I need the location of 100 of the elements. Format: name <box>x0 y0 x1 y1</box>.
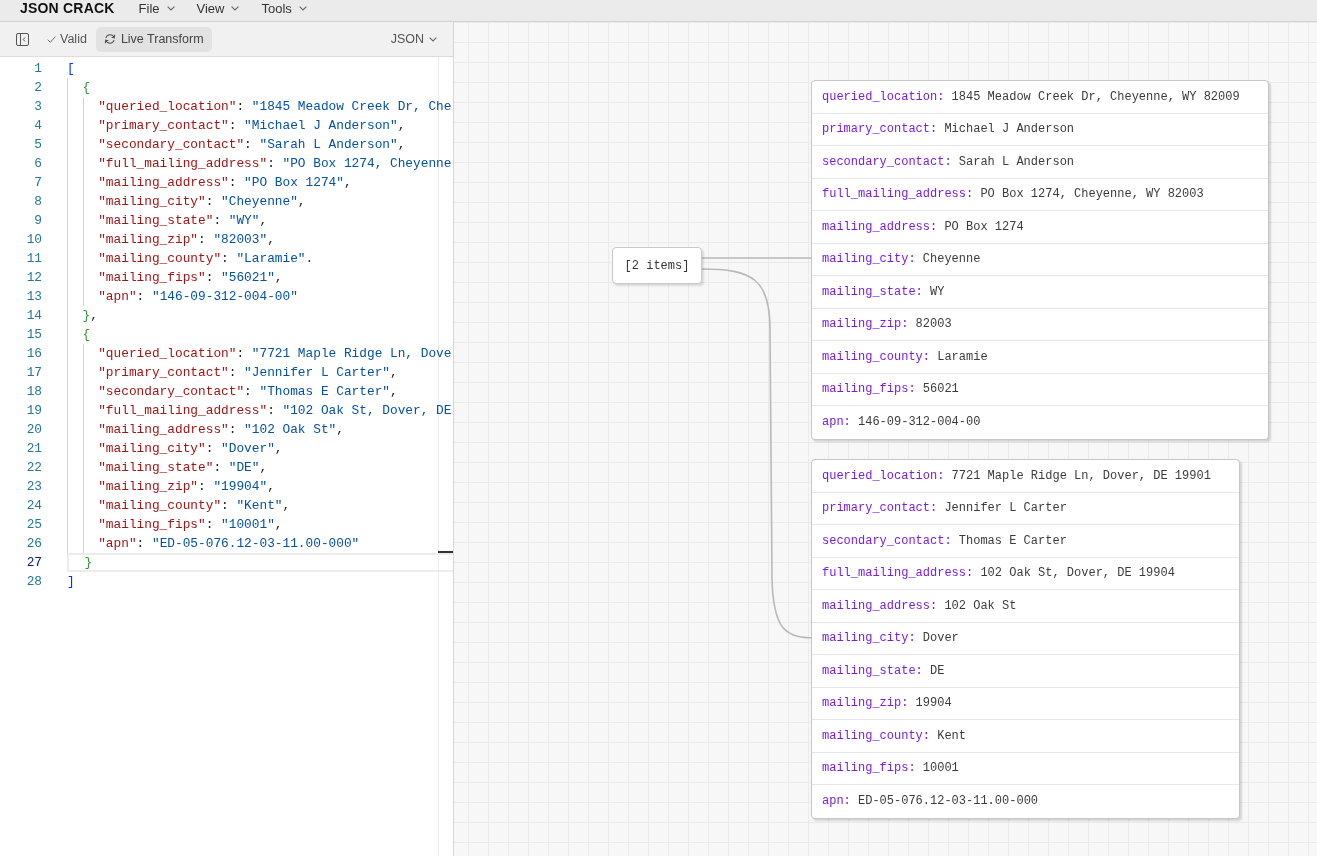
line-number: 10 <box>25 231 42 249</box>
code-line: "primary_contact": "Jennifer L Carter", <box>98 364 398 382</box>
property-value: 82003 <box>915 317 952 332</box>
code-line: "secondary_contact": "Sarah L Anderson", <box>98 136 406 154</box>
property-key: primary_contact: <box>822 122 938 137</box>
line-number: 20 <box>25 421 42 439</box>
line-number: 1 <box>33 60 42 78</box>
property-key: mailing_state: <box>822 284 923 299</box>
property-key: mailing_fips: <box>822 382 916 397</box>
line-number: 27 <box>25 554 42 572</box>
code-line: { <box>82 79 91 97</box>
property-key: apn: <box>822 794 851 809</box>
property-key: primary_contact: <box>822 501 938 516</box>
line-number: 13 <box>25 288 42 306</box>
line-number: 25 <box>25 516 42 534</box>
property-key: mailing_zip: <box>822 317 909 332</box>
object-node[interactable] <box>811 80 1269 440</box>
code-line: "mailing_city": "Cheyenne", <box>98 193 306 211</box>
property-value: DE <box>930 663 945 678</box>
property-value: 7721 Maple Ridge Ln, Dover, DE 19901 <box>951 468 1211 483</box>
code-line: "queried_location": "1845 Meadow Creek Dr, Che <box>98 98 452 116</box>
line-number: 11 <box>25 250 42 268</box>
property-key: mailing_fips: <box>822 761 916 776</box>
live-transform-button[interactable]: Live Transform <box>95 26 212 52</box>
line-number: 12 <box>25 269 42 287</box>
line-number: 26 <box>25 535 42 553</box>
code-line: }, <box>82 307 98 325</box>
property-key: mailing_county: <box>822 349 931 364</box>
property-value: Sarah L Anderson <box>958 154 1075 169</box>
property-key: secondary_contact: <box>822 154 952 169</box>
line-number: 14 <box>25 307 42 325</box>
menu-button[interactable]: Tools <box>251 0 317 17</box>
sidebar-toggle-icon[interactable] <box>16 32 29 46</box>
menu-button[interactable]: View <box>186 0 250 17</box>
app-logo[interactable]: JSON CRACK <box>20 0 115 17</box>
line-number: 19 <box>25 402 42 420</box>
property-value: Jennifer L Carter <box>944 501 1067 516</box>
code-line: "full_mailing_address": "PO Box 1274, Cheyenne <box>98 155 452 173</box>
property-key: mailing_county: <box>822 728 931 743</box>
property-key: full_mailing_address: <box>822 566 974 581</box>
property-key: mailing_zip: <box>822 696 909 711</box>
property-value: Thomas E Carter <box>958 533 1067 548</box>
property-value: PO Box 1274, Cheyenne, WY 82003 <box>980 187 1204 202</box>
property-key: secondary_contact: <box>822 533 952 548</box>
property-key: apn: <box>822 415 851 430</box>
validation-status: Valid <box>60 31 87 47</box>
line-number: 24 <box>25 497 42 515</box>
property-value: Laramie <box>937 349 988 364</box>
code-line: "primary_contact": "Michael J Anderson", <box>98 117 406 135</box>
check-icon <box>47 35 56 43</box>
line-number: 7 <box>33 174 42 192</box>
property-key: mailing_address: <box>822 219 938 234</box>
property-value: Dover <box>922 631 959 646</box>
chevron-down-icon <box>298 6 307 11</box>
code-line: } <box>84 555 93 570</box>
chevron-down-icon <box>429 36 437 42</box>
property-value: 146-09-312-004-00 <box>858 415 981 430</box>
code-line: "mailing_address": "102 Oak St", <box>98 421 344 439</box>
property-key: queried_location: <box>822 89 945 104</box>
line-number: 3 <box>33 98 42 116</box>
array-node[interactable]: [2 items] <box>612 247 702 284</box>
property-value: 56021 <box>922 382 959 397</box>
code-line: "apn": "ED-05-076.12-03-11.00-000" <box>98 535 360 553</box>
line-number: 5 <box>33 136 42 154</box>
code-line: "mailing_fips": "10001", <box>98 516 283 534</box>
line-number: 17 <box>25 364 42 382</box>
property-value: Kent <box>937 728 967 743</box>
code-line: "apn": "146-09-312-004-00" <box>98 288 298 306</box>
code-line: "queried_location": "7721 Maple Ridge Ln, Dove <box>98 345 452 363</box>
line-number: 16 <box>25 345 42 363</box>
line-number: 2 <box>33 79 42 97</box>
menu-button[interactable]: File <box>128 0 185 17</box>
code-line: "mailing_county": "Laramie". <box>98 250 314 268</box>
format-dropdown[interactable]: JSON <box>390 32 437 46</box>
code-line: ] <box>67 573 75 591</box>
code-line: "mailing_zip": "19904", <box>98 478 275 496</box>
code-line: "mailing_state": "DE", <box>98 459 268 477</box>
property-key: mailing_state: <box>822 663 923 678</box>
line-number: 21 <box>25 440 42 458</box>
chevron-down-icon <box>166 6 175 11</box>
code-line: "mailing_address": "PO Box 1274", <box>98 174 352 192</box>
property-value: 1845 Meadow Creek Dr, Cheyenne, WY 82009 <box>951 89 1240 104</box>
line-number: 15 <box>25 326 42 344</box>
property-value: 102 Oak St, Dover, DE 19904 <box>980 566 1175 581</box>
line-number: 9 <box>33 212 42 230</box>
line-number: 8 <box>33 193 42 211</box>
dash-icon <box>438 551 453 553</box>
property-value: PO Box 1274 <box>944 219 1024 234</box>
code-line: "mailing_fips": "56021", <box>98 269 283 287</box>
property-value: Michael J Anderson <box>944 122 1075 137</box>
line-number: 23 <box>25 478 42 496</box>
code-line: "mailing_city": "Dover", <box>98 440 283 458</box>
object-node[interactable] <box>811 459 1240 819</box>
line-number: 28 <box>25 573 42 591</box>
property-key: mailing_city: <box>822 631 916 646</box>
property-value: Cheyenne <box>922 252 981 267</box>
code-line: "full_mailing_address": "102 Oak St, Dover, DE <box>98 402 452 420</box>
code-line: "secondary_contact": "Thomas E Carter", <box>98 383 398 401</box>
property-value: 102 Oak St <box>944 598 1017 613</box>
refresh-icon <box>103 33 116 45</box>
